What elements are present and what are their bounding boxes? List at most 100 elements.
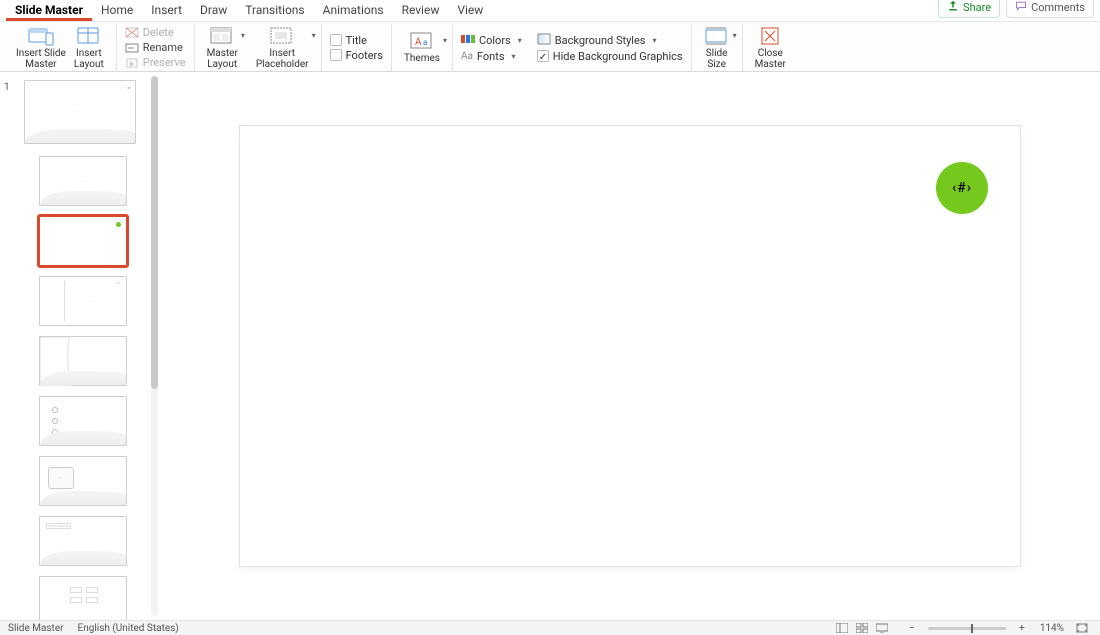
- themes-button[interactable]: Aa Themes ▾: [400, 31, 444, 64]
- comments-label: Comments: [1031, 1, 1085, 14]
- preserve-button[interactable]: Preserve: [125, 55, 186, 70]
- slide-size-label: Slide Size: [706, 48, 728, 70]
- background-styles-label: Background Styles: [555, 34, 646, 47]
- layout-thumb-4[interactable]: [39, 336, 127, 386]
- workspace: 1 ‹#› ··· ··· ▭ ··· ··: [0, 72, 1100, 620]
- chevron-down-icon[interactable]: ▾: [650, 36, 660, 45]
- background-styles-button[interactable]: Background Styles ▾: [537, 32, 683, 49]
- layout-thumb-7[interactable]: Click to add text: [39, 516, 127, 566]
- zoom-slider[interactable]: [928, 627, 1006, 630]
- layout-thumb-6[interactable]: ···: [39, 456, 127, 506]
- ribbon: Insert Slide Master Insert Layout Delete…: [0, 22, 1100, 72]
- slide-master-icon: [28, 26, 54, 46]
- layout-thumb-5[interactable]: [39, 396, 127, 446]
- delete-label: Delete: [143, 26, 174, 39]
- tab-view[interactable]: View: [448, 0, 492, 21]
- share-icon: [947, 0, 959, 15]
- slide-size-button[interactable]: Slide Size ▾: [700, 26, 734, 70]
- zoom-in-button[interactable]: +: [1015, 622, 1029, 634]
- insert-layout-icon: [76, 26, 102, 46]
- chevron-down-icon[interactable]: ▾: [730, 32, 740, 41]
- zoom-level[interactable]: 114%: [1040, 623, 1064, 634]
- tab-transitions[interactable]: Transitions: [236, 0, 313, 21]
- title-checkbox[interactable]: Title: [330, 33, 383, 48]
- colors-label: Colors: [479, 34, 511, 47]
- footers-checkbox[interactable]: Footers: [330, 48, 383, 63]
- tab-review[interactable]: Review: [393, 0, 449, 21]
- rename-icon: [125, 42, 139, 54]
- thumbnail-panel: 1 ‹#› ··· ··· ▭ ··· ··: [0, 72, 160, 620]
- tab-home[interactable]: Home: [92, 0, 142, 21]
- checkbox-checked-icon: [537, 50, 549, 62]
- zoom-slider-knob[interactable]: [971, 624, 973, 633]
- scrollbar-handle[interactable]: [151, 76, 158, 389]
- insert-placeholder-label: Insert Placeholder: [256, 48, 309, 70]
- hide-background-label: Hide Background Graphics: [553, 50, 683, 63]
- close-icon: [757, 26, 783, 46]
- tab-insert[interactable]: Insert: [142, 0, 191, 21]
- share-label: Share: [963, 1, 991, 14]
- themes-label: Themes: [404, 53, 440, 64]
- close-master-button[interactable]: Close Master: [751, 26, 790, 70]
- tab-draw[interactable]: Draw: [191, 0, 236, 21]
- zoom-out-button[interactable]: −: [905, 622, 919, 634]
- sorter-view-button[interactable]: [855, 622, 869, 634]
- share-button[interactable]: Share: [938, 0, 1000, 18]
- rename-button[interactable]: Rename: [125, 40, 186, 55]
- svg-text:a: a: [423, 38, 427, 47]
- tab-strip: Slide Master Home Insert Draw Transition…: [0, 0, 1100, 22]
- layout-thumb-8[interactable]: [39, 576, 127, 620]
- insert-slide-master-label: Insert Slide Master: [16, 48, 66, 70]
- delete-icon: [125, 27, 139, 39]
- layout-thumb-1[interactable]: ···: [39, 156, 127, 206]
- slide-number-placeholder[interactable]: ‹#›: [936, 162, 988, 214]
- status-language[interactable]: English (United States): [78, 623, 179, 634]
- footers-label: Footers: [346, 49, 383, 62]
- chevron-down-icon[interactable]: ▾: [509, 52, 519, 61]
- normal-view-button[interactable]: [835, 622, 849, 634]
- master-layout-button[interactable]: Master Layout ▾: [203, 26, 242, 70]
- comments-icon: [1015, 0, 1027, 15]
- hide-background-checkbox[interactable]: Hide Background Graphics: [537, 49, 683, 64]
- fit-to-window-button[interactable]: [1075, 622, 1089, 634]
- insert-slide-master-button[interactable]: Insert Slide Master: [12, 26, 70, 70]
- fonts-button[interactable]: Aa Fonts ▾: [461, 49, 525, 64]
- preserve-label: Preserve: [143, 56, 186, 69]
- svg-text:A: A: [415, 37, 422, 48]
- colors-button[interactable]: Colors ▾: [461, 32, 525, 49]
- layout-thumb-2[interactable]: [39, 216, 127, 266]
- fonts-icon: Aa: [461, 51, 473, 62]
- slide-canvas-area: ‹#›: [160, 72, 1100, 620]
- rename-label: Rename: [143, 41, 183, 54]
- thumb-scrollbar[interactable]: [151, 76, 158, 616]
- tab-slide-master[interactable]: Slide Master: [6, 0, 92, 21]
- chevron-down-icon[interactable]: ▾: [440, 37, 450, 46]
- comments-button[interactable]: Comments: [1006, 0, 1094, 18]
- master-layout-icon: [209, 26, 235, 46]
- status-bar: Slide Master English (United States) − +…: [0, 620, 1100, 635]
- colors-icon: [461, 33, 475, 48]
- insert-placeholder-button[interactable]: Insert Placeholder ▾: [252, 26, 313, 70]
- preserve-icon: [125, 57, 139, 69]
- tab-animations[interactable]: Animations: [314, 0, 393, 21]
- layout-thumb-3[interactable]: ▭ ···: [39, 276, 127, 326]
- status-mode: Slide Master: [8, 623, 64, 634]
- slide-master-thumb[interactable]: ‹#› ···: [24, 80, 136, 144]
- title-label: Title: [346, 34, 367, 47]
- background-styles-icon: [537, 33, 551, 48]
- delete-button[interactable]: Delete: [125, 25, 186, 40]
- insert-layout-button[interactable]: Insert Layout: [70, 26, 108, 70]
- chevron-down-icon[interactable]: ▾: [238, 32, 248, 41]
- close-master-label: Close Master: [755, 48, 786, 70]
- master-index: 1: [4, 82, 10, 93]
- themes-icon: Aa: [409, 31, 435, 51]
- chevron-down-icon[interactable]: ▾: [309, 32, 319, 41]
- slide-size-icon: [704, 26, 730, 46]
- slide-canvas[interactable]: ‹#›: [240, 126, 1020, 566]
- checkbox-icon: [330, 49, 342, 61]
- slide-number-text: ‹#›: [952, 180, 972, 196]
- chevron-down-icon[interactable]: ▾: [515, 36, 525, 45]
- placeholder-icon: [269, 26, 295, 46]
- slideshow-button[interactable]: [875, 622, 889, 634]
- master-layout-label: Master Layout: [207, 48, 238, 70]
